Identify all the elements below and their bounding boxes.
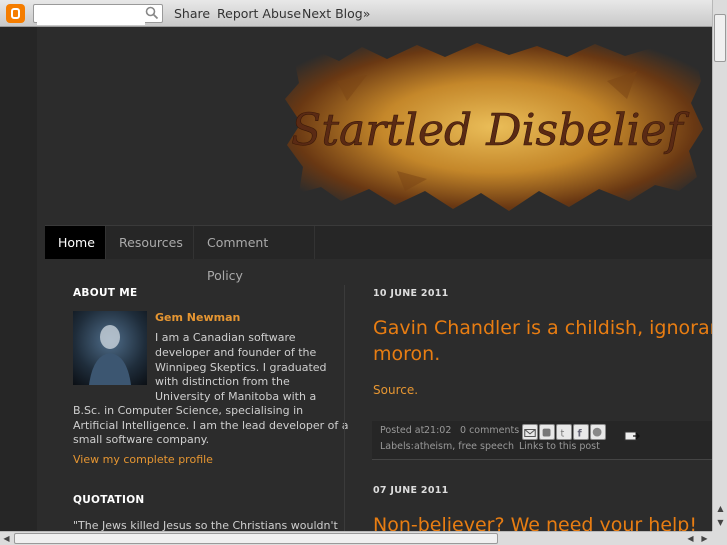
source-link[interactable]: Source.	[373, 383, 418, 398]
blogthis-icon[interactable]	[539, 424, 555, 440]
scroll-right-arrow-icon[interactable]: ▶	[698, 532, 711, 545]
blog-header-banner[interactable]: Startled Disbelief	[277, 41, 707, 221]
search-box	[33, 4, 163, 25]
scrollbar-corner	[712, 531, 727, 545]
search-input[interactable]	[37, 9, 145, 25]
post-title-link[interactable]: moron.	[373, 340, 440, 368]
twitter-share-icon[interactable]: t	[556, 424, 572, 440]
posted-at-label: Posted at	[380, 425, 425, 436]
bio-line: small software company.	[73, 433, 210, 446]
horizontal-scrollbar[interactable]: ◀ ◀ ▶	[0, 531, 712, 545]
email-post-icon[interactable]	[624, 427, 640, 446]
horizontal-scroll-thumb[interactable]	[14, 533, 498, 544]
column-divider	[344, 285, 345, 531]
labels-label: Labels:	[380, 441, 414, 452]
tab-comment-policy[interactable]: Comment Policy	[194, 226, 315, 283]
left-margin	[0, 27, 37, 531]
view-profile-link[interactable]: View my complete profile	[73, 453, 213, 468]
search-icon[interactable]	[145, 6, 159, 20]
post-date: 10 JUNE 2011	[373, 288, 449, 299]
blogger-logo-icon[interactable]	[6, 4, 25, 23]
buzz-share-icon[interactable]	[590, 424, 606, 440]
comments-link[interactable]: 0 comments	[460, 425, 519, 436]
bio-line: B.Sc. in Computer Science, specialising …	[73, 404, 304, 417]
vertical-scrollbar[interactable]: ▲ ▼	[712, 0, 727, 531]
facebook-share-icon[interactable]: f	[573, 424, 589, 440]
bio-line: I am a Canadian software	[155, 331, 296, 344]
bio-line: with distinction from the	[155, 375, 290, 388]
post-footer: Posted at 21:02 0 comments t f Labels: a…	[372, 421, 712, 460]
tab-home[interactable]: Home	[45, 226, 106, 259]
scroll-left-arrow-icon[interactable]: ◀	[684, 532, 697, 545]
tab-resources[interactable]: Resources	[106, 226, 194, 259]
svg-text:t: t	[561, 429, 565, 440]
svg-text:f: f	[578, 429, 583, 440]
post-labels-links[interactable]: atheism, free speech	[414, 441, 514, 452]
about-me-heading: ABOUT ME	[73, 287, 138, 299]
share-link[interactable]: Share	[174, 6, 210, 21]
post-date: 07 JUNE 2011	[373, 485, 449, 496]
post-title-link[interactable]: Non-believer? We need your help!	[373, 511, 697, 531]
scroll-left-arrow-icon[interactable]: ◀	[0, 532, 13, 545]
blog-title: Startled Disbelief	[291, 105, 689, 156]
person-photo-icon	[89, 325, 131, 385]
report-abuse-link[interactable]: Report Abuse	[217, 6, 301, 21]
profile-name-link[interactable]: Gem Newman	[155, 311, 240, 326]
links-to-post-link[interactable]: Links to this post	[519, 441, 600, 452]
bio-line: University of Manitoba with a	[155, 390, 317, 403]
next-blog-link[interactable]: Next Blog»	[302, 6, 370, 21]
post-time-link[interactable]: 21:02	[424, 425, 451, 436]
bio-line: developer and founder of the	[155, 346, 317, 359]
scroll-up-arrow-icon[interactable]: ▲	[714, 502, 727, 515]
scroll-down-arrow-icon[interactable]: ▼	[714, 516, 727, 529]
quotation-heading: QUOTATION	[73, 494, 145, 506]
bio-line: Winnipeg Skeptics. I graduated	[155, 361, 327, 374]
vertical-scroll-thumb[interactable]	[714, 14, 726, 62]
post-title-link[interactable]: Gavin Chandler is a childish, ignorant, …	[373, 314, 712, 342]
blog-content: Startled Disbelief Home Resources Commen…	[37, 27, 712, 531]
bio-line: Artificial Intelligence. I am the lead d…	[73, 419, 349, 432]
page-tabs: Home Resources Comment Policy	[45, 225, 712, 283]
blogger-navbar: Share Report Abuse Next Blog»	[0, 0, 712, 27]
profile-avatar[interactable]	[73, 311, 147, 385]
quotation-text: "The Jews killed Jesus so the Christians…	[73, 519, 338, 531]
email-share-icon[interactable]	[522, 424, 538, 440]
